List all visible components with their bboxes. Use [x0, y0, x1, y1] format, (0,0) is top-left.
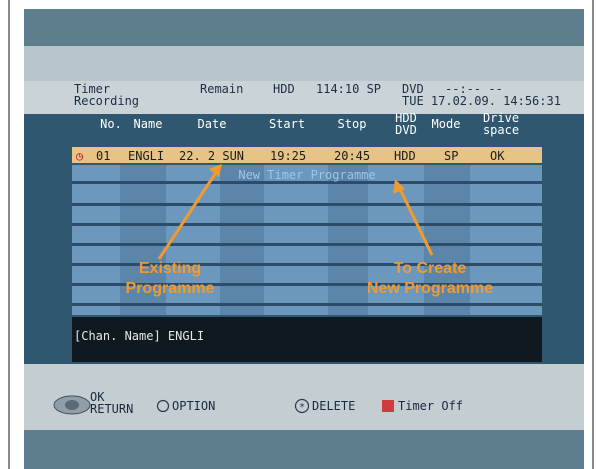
- arrow-head-create: [393, 179, 405, 194]
- callout-create-line1: To Create: [393, 260, 467, 277]
- arrow-line-existing: [157, 170, 219, 260]
- annotation-arrows: [157, 164, 434, 260]
- document-frame: Timer Recording Remain HDD 114:10 SP DVD…: [0, 0, 597, 469]
- left-border: [8, 0, 10, 469]
- callout-create-line2: New Programme: [366, 280, 494, 297]
- right-border: [592, 0, 594, 469]
- callout-existing-line2: Programme: [125, 280, 215, 297]
- tv-screen: Timer Recording Remain HDD 114:10 SP DVD…: [24, 9, 584, 469]
- arrow-line-create: [398, 188, 434, 256]
- callout-existing-line1: Existing: [138, 260, 202, 277]
